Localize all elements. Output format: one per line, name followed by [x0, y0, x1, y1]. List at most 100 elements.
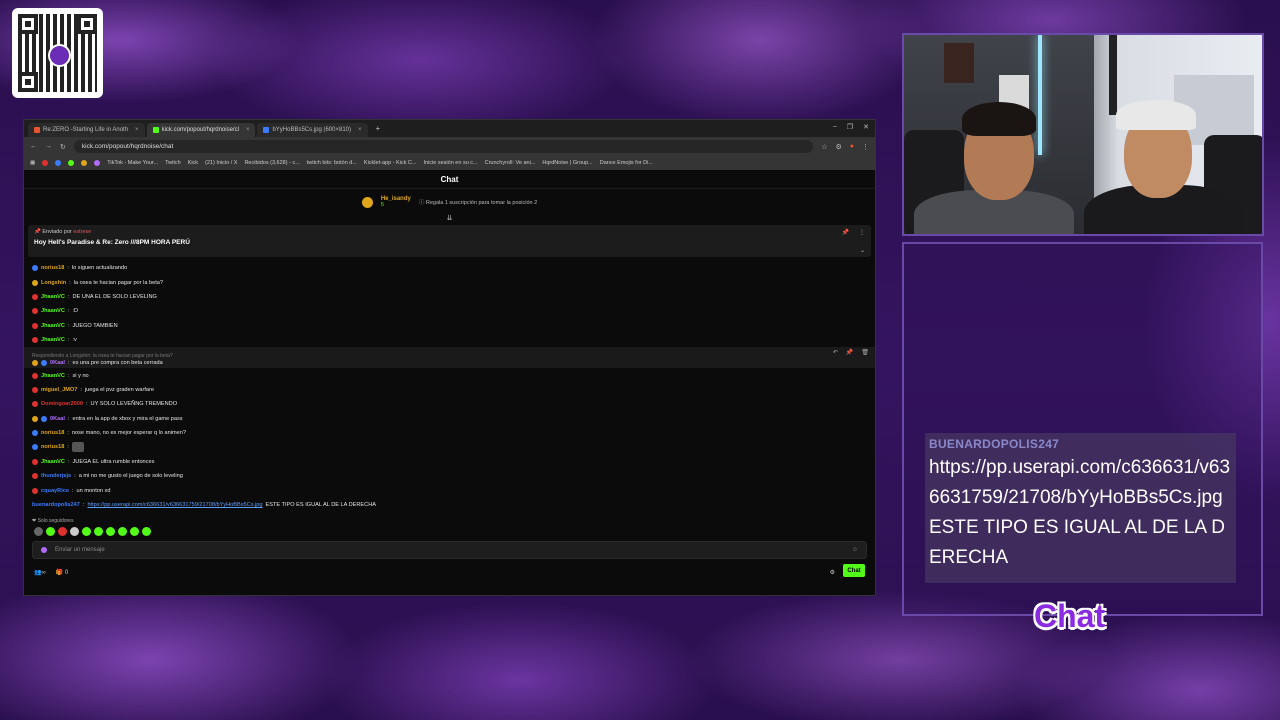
- chat-input[interactable]: Enviar un mensaje ☺: [32, 541, 867, 560]
- bookmark-icon[interactable]: [81, 160, 88, 166]
- chat-message[interactable]: JhaanVC::v: [32, 333, 867, 347]
- reply-icon[interactable]: ↶: [833, 349, 838, 356]
- chat-message[interactable]: norius18:: [32, 440, 867, 454]
- message-user[interactable]: norius18: [41, 444, 64, 450]
- message-user[interactable]: thunderjsjs: [41, 473, 71, 479]
- bookmark[interactable]: twitch bits: botón d...: [307, 160, 357, 166]
- chat-message[interactable]: miguel_JMO7: juega el pvz graden warfare: [32, 383, 867, 397]
- bookmark-icon[interactable]: [68, 160, 75, 166]
- close-icon[interactable]: ×: [135, 127, 139, 133]
- chevron-down-icon[interactable]: ⌄: [860, 247, 865, 254]
- chat-message[interactable]: JhaanVC: DE UNA EL DE SOLO LEVELING: [32, 290, 867, 304]
- emote-icon[interactable]: [142, 527, 151, 537]
- chat-message[interactable]: Domingoar2000: UY SOLO LEVEÑNG TREMENDO: [32, 397, 867, 411]
- emote-icon[interactable]: [70, 527, 79, 537]
- bookmark[interactable]: (21) Inicio / X: [205, 160, 237, 166]
- users-icon[interactable]: 👥∞: [34, 569, 46, 576]
- chat-message[interactable]: JhaanVC::D: [32, 304, 867, 318]
- apps-icon[interactable]: ▦: [30, 160, 35, 166]
- chat-message[interactable]: thunderjsjs: a mi no me gusto el juego de…: [32, 469, 867, 483]
- chat-message[interactable]: Longshin: la osea te hacian pagar por la …: [32, 275, 867, 289]
- emote-icon[interactable]: [94, 527, 103, 537]
- chat-message[interactable]: buenardopolis247: https://pp.userapi.com/…: [32, 498, 867, 512]
- bookmark[interactable]: HqrdNoise | Group...: [542, 160, 592, 166]
- close-icon[interactable]: ×: [358, 127, 362, 133]
- message-user[interactable]: Domingoar2000: [41, 401, 83, 407]
- bookmark[interactable]: Recibidos (3,628) - c...: [244, 160, 299, 166]
- tab-kick[interactable]: kick.com/popout/hqrdnoise/cl ×: [146, 123, 256, 137]
- bookmark[interactable]: Crunchyroll: Ve ani...: [485, 160, 536, 166]
- message-user[interactable]: 0Kaal: [50, 416, 65, 422]
- emote-icon[interactable]: [118, 527, 127, 537]
- message-user[interactable]: buenardopolis247: [32, 502, 80, 508]
- extensions-icon[interactable]: ⚙: [835, 143, 841, 151]
- message-user[interactable]: JhaanVC: [41, 337, 65, 343]
- emote-icon[interactable]: [82, 527, 91, 537]
- bookmark-icon[interactable]: [42, 160, 49, 166]
- forward-icon[interactable]: →: [45, 143, 52, 150]
- bookmark-icon[interactable]: [55, 160, 62, 166]
- gift-icon[interactable]: 🎁 0: [56, 569, 68, 576]
- tab-image[interactable]: bYyHoBBs5Cs.jpg (600×810) ×: [257, 123, 368, 137]
- more-icon[interactable]: ⋮: [859, 229, 865, 236]
- chat-message[interactable]: JhaanVC: JUEGO TAMBIEN: [32, 319, 867, 333]
- maximize-icon[interactable]: ❐: [847, 123, 853, 131]
- emote-icon[interactable]: [130, 527, 139, 537]
- message-user[interactable]: JhaanVC: [41, 323, 65, 329]
- menu-icon[interactable]: ⋮: [862, 143, 869, 151]
- message-user[interactable]: miguel_JMO7: [41, 387, 77, 393]
- chat-message[interactable]: 0Kaal: entra en la app de xbox y mira el …: [32, 412, 867, 426]
- pin-icon[interactable]: 📌: [846, 349, 853, 356]
- webcam-hair: [962, 102, 1036, 136]
- bookmark-icon[interactable]: [94, 160, 101, 166]
- chat-message[interactable]: JhaanVC: si y no: [32, 368, 867, 382]
- message-user[interactable]: Longshin: [41, 280, 66, 286]
- message-user[interactable]: cquayRice: [41, 488, 69, 494]
- star-icon[interactable]: ☆: [821, 143, 827, 151]
- scroll-down-icon[interactable]: ⇊: [24, 215, 875, 223]
- close-icon[interactable]: ×: [246, 127, 250, 133]
- pin-icon[interactable]: 📌: [842, 229, 849, 236]
- message-user[interactable]: JhaanVC: [41, 459, 65, 465]
- back-icon[interactable]: ←: [30, 143, 37, 150]
- message-user[interactable]: JhaanVC: [41, 294, 65, 300]
- chat-message[interactable]: norius18: lo siguen actualizando: [32, 261, 867, 275]
- bookmark[interactable]: Inicie sesión en su c...: [424, 160, 478, 166]
- message-user[interactable]: JhaanVC: [41, 308, 65, 314]
- bookmark[interactable]: Kicklet-app - Kick C...: [364, 160, 417, 166]
- new-tab-icon[interactable]: +: [370, 124, 387, 133]
- message-actions: ↶ 📌 🗑: [833, 349, 869, 356]
- microphone-icon[interactable]: [41, 547, 47, 554]
- chat-message[interactable]: norius18: nose mano, no es mejor esperar …: [32, 426, 867, 440]
- emote-icon[interactable]: [46, 527, 55, 537]
- pinned-message[interactable]: 📌 Enviado por estrese Hoy Hell's Paradis…: [28, 225, 871, 257]
- tab-rezero[interactable]: Re:ZERO -Starting Life in Anoth ×: [28, 123, 145, 137]
- qr-finder: [77, 14, 97, 34]
- message-user[interactable]: 0Kaal: [50, 360, 65, 366]
- chat-message[interactable]: cquayRice: un monton xd: [32, 483, 867, 497]
- reply-message[interactable]: Respondiendo a Longshin: la osea te haci…: [24, 347, 875, 369]
- emote-icon[interactable]: [106, 527, 115, 537]
- message-user[interactable]: JhaanVC: [41, 373, 65, 379]
- minimize-icon[interactable]: –: [833, 123, 837, 131]
- message-link[interactable]: https://pp.userapi.com/c636631/v63663175…: [87, 502, 262, 508]
- emoji-icon[interactable]: ☺: [852, 547, 858, 553]
- bookmark[interactable]: Kick: [188, 160, 198, 166]
- chat-message[interactable]: JhaanVC: JUEGA EL ultra rumble entonces: [32, 455, 867, 469]
- emote-icon[interactable]: [58, 527, 67, 537]
- bookmark[interactable]: Dance Emojis for Di...: [600, 160, 653, 166]
- close-window-icon[interactable]: ✕: [863, 123, 869, 131]
- profile-icon[interactable]: ●: [850, 143, 854, 150]
- address-input[interactable]: kick.com/popout/hqrdnoise/chat: [73, 140, 814, 153]
- message-user[interactable]: norius18: [41, 265, 64, 271]
- settings-icon[interactable]: ⚙: [830, 569, 835, 576]
- bookmark[interactable]: TikTok - Make Your...: [107, 160, 158, 166]
- emote-icon[interactable]: [34, 527, 43, 537]
- reload-icon[interactable]: ↻: [60, 143, 66, 151]
- delete-icon[interactable]: 🗑: [861, 349, 869, 356]
- bookmark[interactable]: Twitch: [165, 160, 181, 166]
- message-user[interactable]: norius18: [41, 430, 64, 436]
- send-chat-button[interactable]: Chat: [843, 564, 865, 578]
- message-text: :D: [72, 308, 79, 315]
- sub-goal-row[interactable]: He_isandy 5 ⓘ Regala 1 suscripción para t…: [24, 189, 875, 215]
